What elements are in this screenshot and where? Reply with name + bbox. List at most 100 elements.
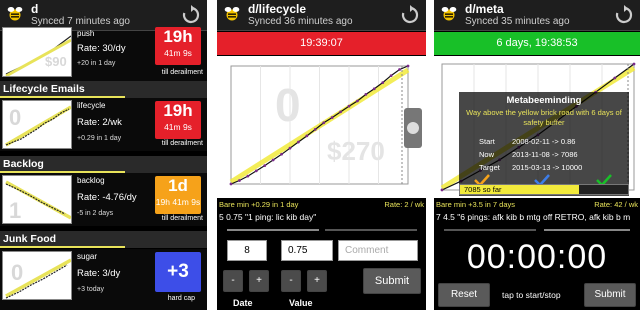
status-line: Bare min +3.5 in 7 days Rate: 42 / wk: [434, 200, 640, 210]
value-minus-button[interactable]: -: [281, 270, 301, 292]
value-field[interactable]: 0.75: [281, 240, 333, 261]
refresh-icon[interactable]: [614, 5, 634, 25]
date-plus-button[interactable]: +: [249, 270, 269, 292]
goal-graph-thumbnail: 0: [2, 251, 72, 300]
data-point: [238, 179, 241, 182]
deadline-badge: 1d 19h 41m 9s: [155, 176, 201, 214]
overlay-subtitle: Way above the yellow brick road with 6 d…: [466, 108, 622, 127]
comment-field[interactable]: Comment: [338, 240, 418, 261]
overlay-title: Metabeeminding: [506, 95, 582, 106]
date-field[interactable]: 8: [227, 240, 267, 261]
badge-note: till derailment: [161, 215, 203, 222]
deadline-badge: +3: [155, 252, 201, 292]
goal-item-push[interactable]: $90 push Rate: 30/dy +20 in 1 day 19h 41…: [0, 27, 207, 81]
goal-graph-thumbnail: 1: [2, 175, 72, 224]
data-point: [229, 182, 233, 186]
deadline-badge: 19h 41m 9s: [155, 101, 201, 139]
data-point: [356, 99, 359, 103]
goal-delta: +0.29 in 1 day: [77, 135, 122, 142]
submit-button[interactable]: Submit: [363, 268, 421, 294]
badge-time-small: 41m 9s: [164, 122, 192, 132]
goal-title: d/meta: [465, 2, 504, 16]
goal-detail-screen: d/lifecycle Synced 36 minutes ago 19:39:…: [217, 0, 426, 310]
goal-rate: Rate: -4.76/dy: [77, 192, 137, 203]
data-point: [305, 134, 309, 138]
action-bar: d/meta Synced 35 minutes ago: [434, 0, 640, 31]
tab-indicator: [325, 229, 417, 231]
meta-goal-screen: d/meta Synced 35 minutes ago 6 days, 19:…: [434, 0, 640, 310]
data-point: [313, 127, 317, 131]
ping-text: 5 0.75 "1 ping: lic kib day": [219, 212, 317, 222]
bee-logo-icon[interactable]: [222, 5, 242, 25]
date-label: Date: [233, 298, 253, 308]
row-key: Now: [479, 150, 495, 159]
sync-status: Synced 7 minutes ago: [31, 16, 130, 27]
data-point: [381, 81, 385, 85]
data-point: [364, 93, 368, 96]
data-point: [440, 188, 444, 192]
data-point: [347, 104, 351, 108]
stopwatch-display[interactable]: 00:00:00: [434, 238, 640, 277]
goal-delta: +20 in 1 day: [77, 60, 116, 67]
data-point: [322, 121, 326, 125]
value-label: Value: [289, 298, 313, 308]
countdown-bar: 19:39:07: [217, 32, 426, 55]
section-underline: [0, 246, 125, 248]
goal-name: backlog: [77, 176, 105, 185]
data-point: [297, 140, 300, 144]
goal-info-overlay: Metabeeminding Way above the yellow bric…: [459, 92, 629, 196]
tab-indicator: [544, 229, 630, 231]
data-point: [271, 158, 275, 162]
section-title: Backlog: [3, 158, 44, 170]
row-key: Target: [479, 163, 500, 172]
section-header: Lifecycle Emails: [0, 81, 207, 98]
badge-time-small: 41m 9s: [164, 48, 192, 58]
goal-item-backlog[interactable]: 1 backlog Rate: -4.76/dy -5 in 2 days 1d…: [0, 173, 207, 226]
goal-name: lifecycle: [77, 101, 106, 110]
badge-time-small: 19h 41m 9s: [155, 197, 201, 207]
badge-note: till derailment: [161, 69, 203, 76]
reset-button[interactable]: Reset: [438, 283, 490, 307]
overlay-row-now: Now 2013-11-08 -> 7086: [479, 150, 578, 159]
date-minus-button[interactable]: -: [223, 270, 243, 292]
goal-delta: +3 today: [77, 286, 105, 293]
data-point: [254, 169, 258, 173]
data-point: [632, 62, 636, 66]
goal-graph-thumbnail: $90: [2, 27, 72, 77]
refresh-icon[interactable]: [181, 5, 201, 25]
tap-hint: tap to start/stop: [502, 290, 561, 300]
row-value: 2015-03-13 -> 10000: [512, 163, 583, 172]
bee-logo-icon[interactable]: [439, 5, 459, 25]
goal-name: sugar: [77, 252, 98, 261]
data-point: [389, 74, 393, 78]
status-line: Bare min +0.29 in 1 day Rate: 2 / wk: [217, 200, 426, 210]
info-icon: [407, 122, 419, 134]
goal-rate: Rate: 3/dy: [77, 268, 121, 279]
badge-time-big: 19h: [163, 27, 193, 46]
graph-handle[interactable]: [404, 108, 422, 148]
countdown-bar: 6 days, 19:38:53: [434, 32, 640, 55]
overlay-row-target: Target 2015-03-13 -> 10000: [479, 163, 582, 172]
graph-svg: [229, 64, 410, 186]
value-plus-button[interactable]: +: [307, 270, 327, 292]
goal-title: d/lifecycle: [248, 2, 307, 16]
row-value: 2013-11-08 -> 7086: [512, 150, 578, 159]
goal-graph: 0 $270: [217, 56, 426, 198]
rate-text: Rate: 42 / wk: [594, 200, 638, 209]
data-point: [280, 152, 283, 156]
bare-min-text: Bare min +3.5 in 7 days: [436, 200, 516, 209]
refresh-icon[interactable]: [400, 5, 420, 25]
tab-indicator: [444, 229, 536, 231]
bee-logo-icon[interactable]: [5, 5, 25, 25]
submit-button[interactable]: Submit: [584, 283, 636, 307]
data-point: [288, 146, 292, 150]
goal-rate: Rate: 2/wk: [77, 117, 122, 128]
overlay-row-start: Start 2008-02-11 -> 0.86: [479, 137, 575, 146]
goal-list-screen: d Synced 7 minutes ago $90 push Rate: 30…: [0, 0, 207, 310]
badge-note: till derailment: [161, 140, 203, 147]
badge-time-big: 19h: [163, 101, 193, 120]
goal-name: push: [77, 29, 95, 38]
goal-item-sugar[interactable]: 0 sugar Rate: 3/dy +3 today +3 hard cap: [0, 249, 207, 310]
goal-delta: -5 in 2 days: [77, 210, 114, 217]
goal-item-lifecycle[interactable]: 0 lifecycle Rate: 2/wk +0.29 in 1 day 19…: [0, 98, 207, 151]
